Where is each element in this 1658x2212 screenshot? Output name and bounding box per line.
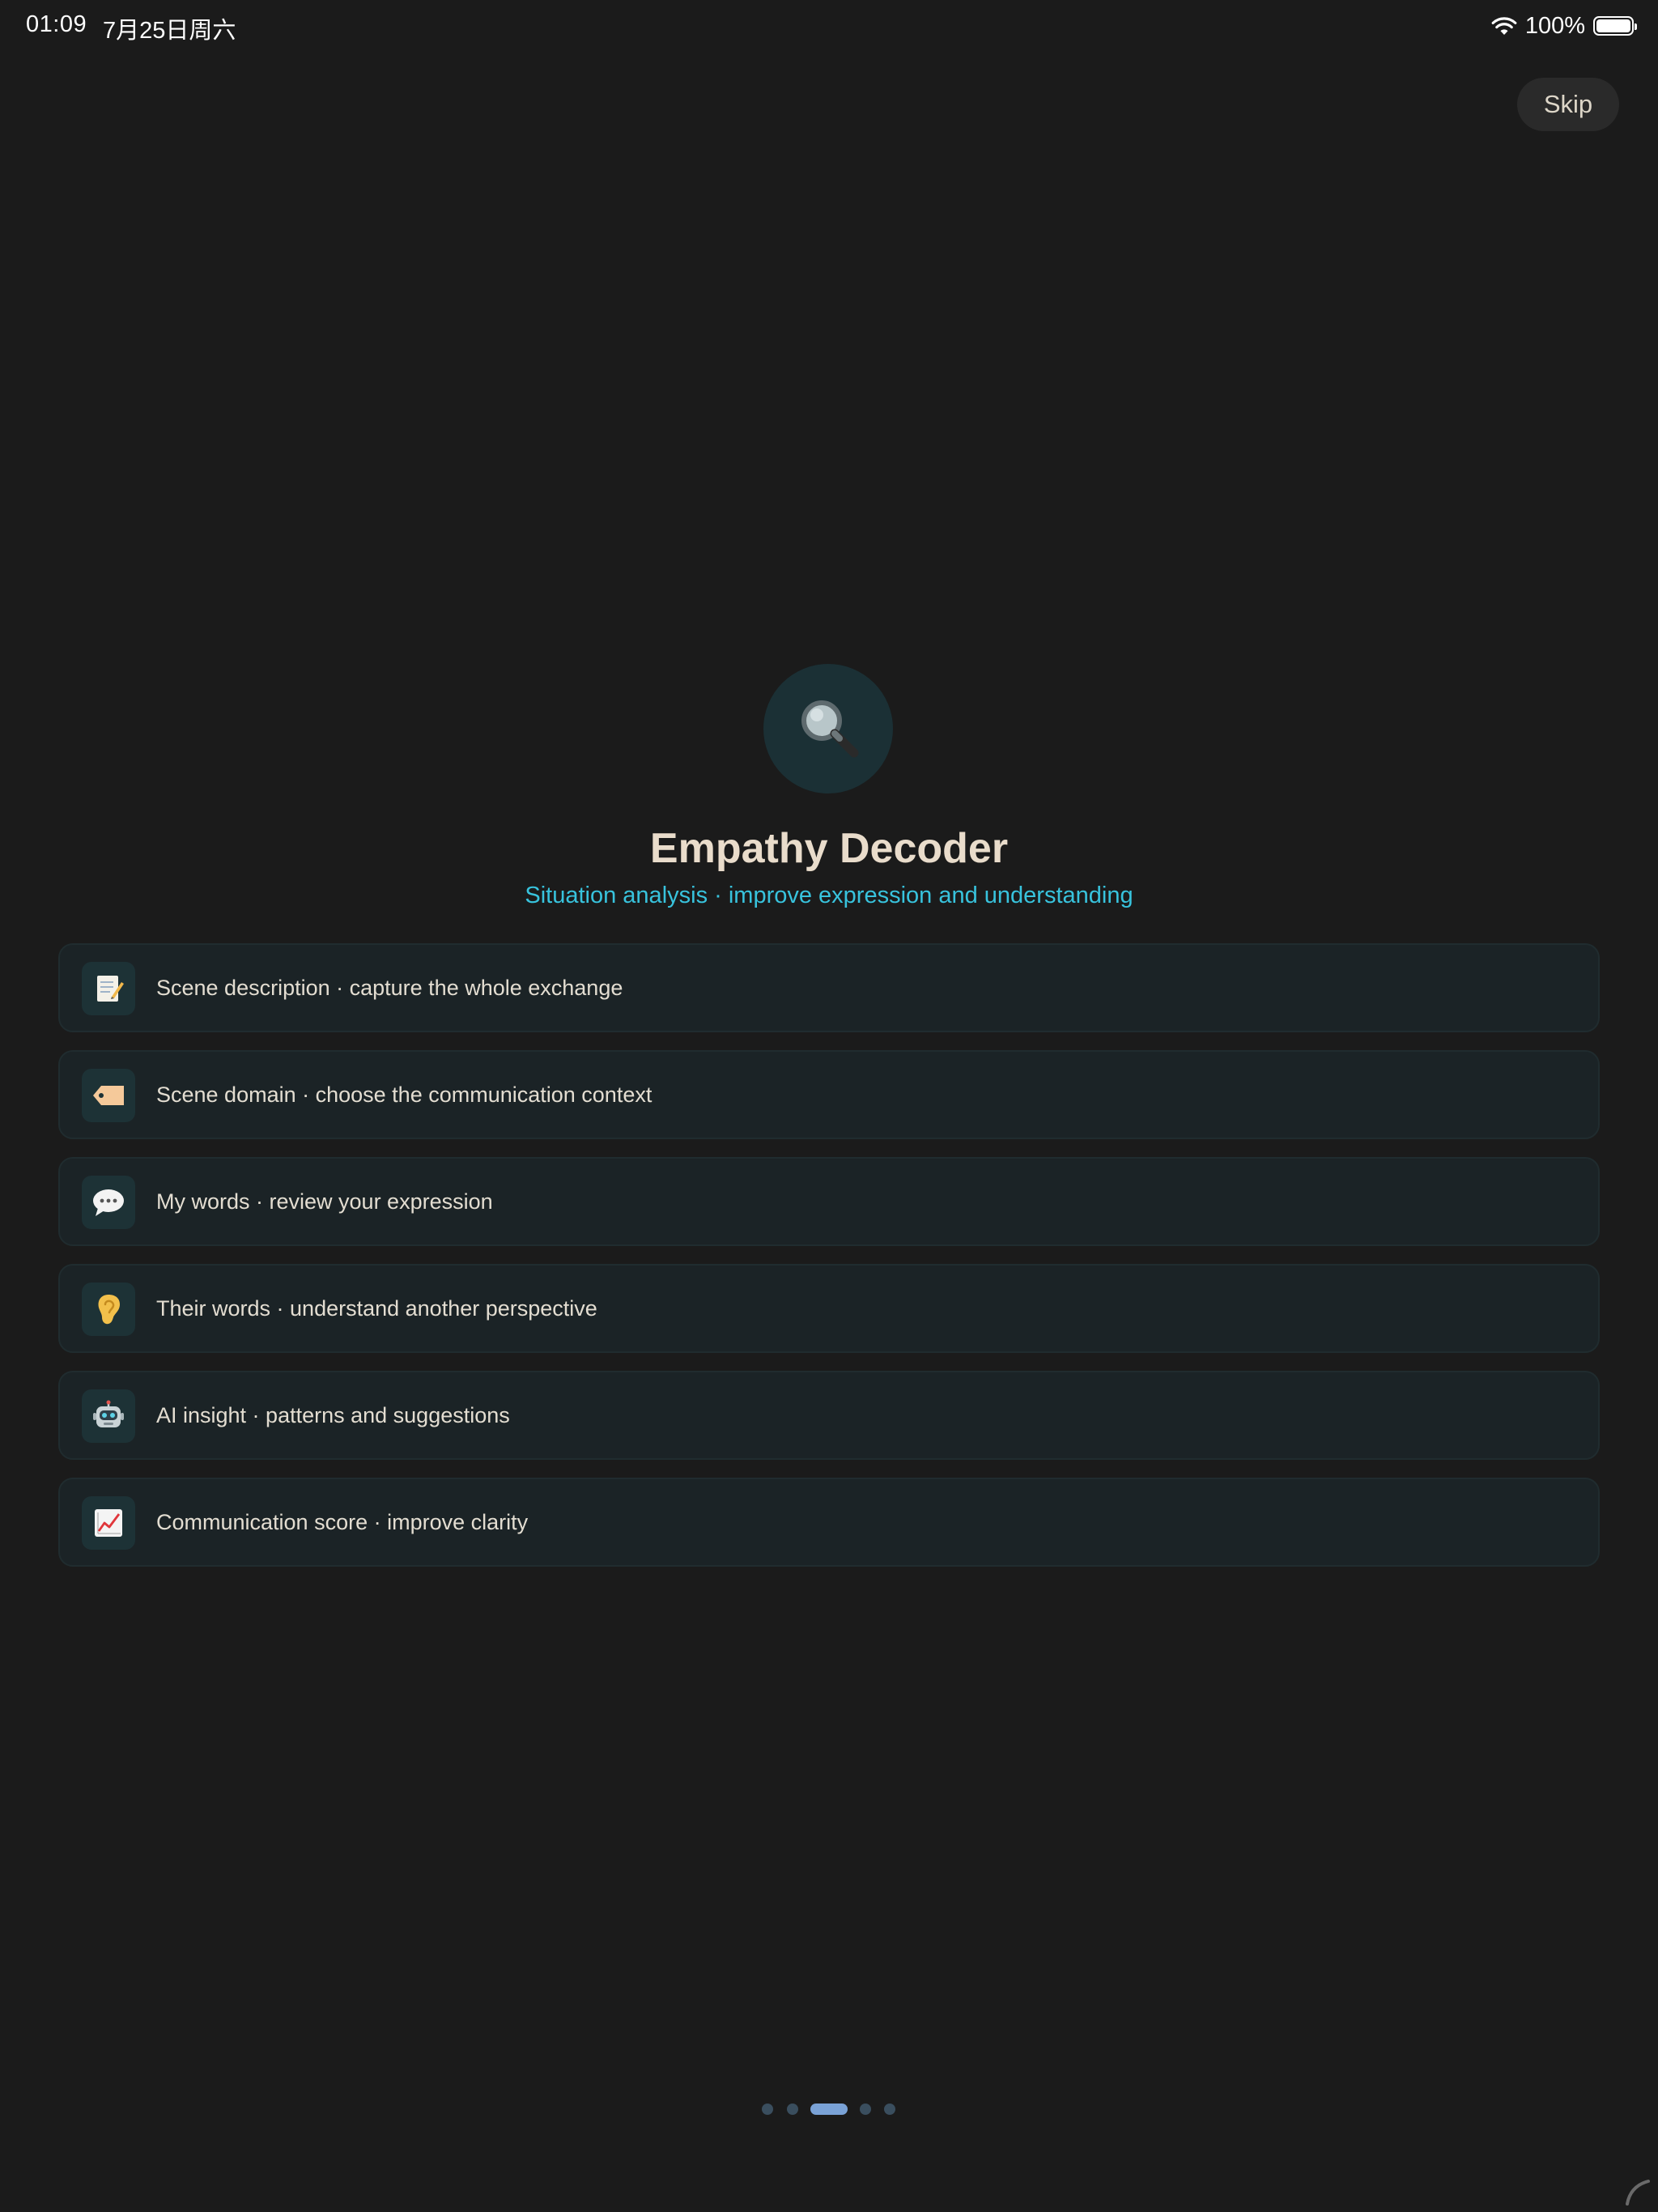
feature-card-their-words: Their words · understand another perspec… [58, 1264, 1600, 1353]
feature-label: My words · review your expression [156, 1189, 493, 1214]
skip-button[interactable]: Skip [1517, 78, 1619, 131]
onboarding-screen: 01:09 7月25日周六 100% Skip Empathy Decoder … [0, 0, 1658, 2212]
hero-icon-circle [763, 664, 893, 793]
status-bar: 01:09 7月25日周六 100% [0, 0, 1658, 52]
corner-resize-handle [1621, 2175, 1653, 2207]
robot-icon [82, 1389, 135, 1443]
page-dot-5[interactable] [884, 2104, 895, 2115]
page-dot-3-active[interactable] [810, 2104, 848, 2115]
ear-icon [82, 1283, 135, 1336]
feature-card-scene-description: Scene description · capture the whole ex… [58, 943, 1600, 1032]
speech-bubble-icon [82, 1176, 135, 1229]
page-dot-4[interactable] [860, 2104, 871, 2115]
page-dot-1[interactable] [762, 2104, 773, 2115]
feature-card-my-words: My words · review your expression [58, 1157, 1600, 1246]
page-subtitle: Situation analysis · improve expression … [525, 883, 1133, 908]
status-indicators: 100% [1491, 10, 1637, 42]
feature-list: Scene description · capture the whole ex… [58, 943, 1600, 1585]
chart-increasing-icon [82, 1496, 135, 1550]
memo-icon [82, 962, 135, 1015]
wifi-icon [1491, 15, 1517, 36]
feature-label: Communication score · improve clarity [156, 1510, 529, 1534]
page-title: Empathy Decoder [649, 825, 1009, 872]
battery-icon [1593, 16, 1637, 36]
feature-label: AI insight · patterns and suggestions [156, 1403, 510, 1427]
feature-label: Their words · understand another perspec… [156, 1296, 597, 1321]
feature-card-scene-domain: Scene domain · choose the communication … [58, 1050, 1600, 1139]
feature-card-ai-insight: AI insight · patterns and suggestions [58, 1371, 1600, 1460]
page-dot-2[interactable] [787, 2104, 798, 2115]
page-indicator [0, 2103, 1658, 2116]
status-time: 01:09 [26, 11, 87, 37]
feature-label: Scene domain · choose the communication … [156, 1083, 653, 1107]
tag-icon [82, 1069, 135, 1122]
feature-card-communication-score: Communication score · improve clarity [58, 1478, 1600, 1567]
magnifying-glass-icon [794, 693, 862, 765]
feature-label: Scene description · capture the whole ex… [156, 976, 623, 1000]
status-date: 7月25日周六 [103, 18, 236, 44]
battery-level-fill [1596, 19, 1630, 32]
battery-percentage: 100% [1524, 12, 1585, 39]
